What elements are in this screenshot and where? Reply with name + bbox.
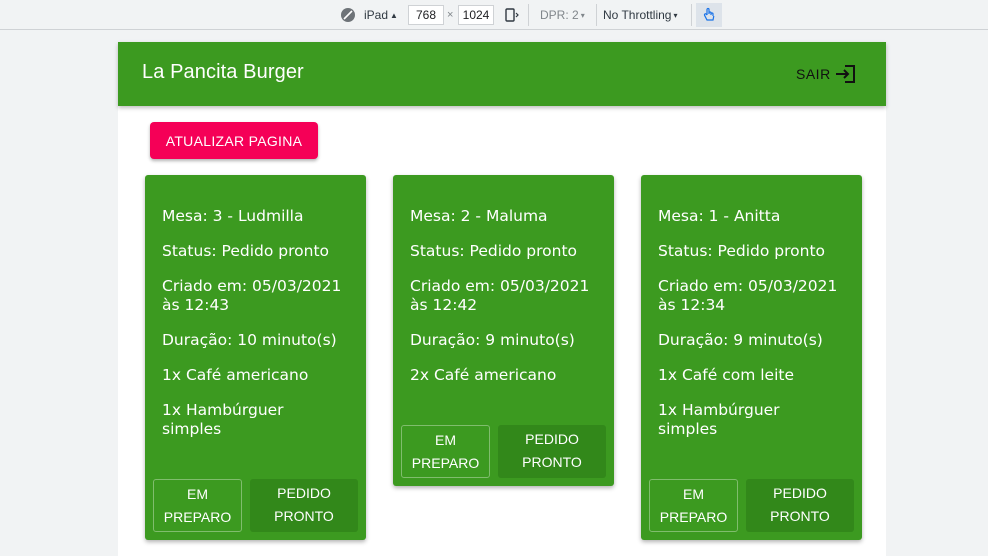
refresh-page-button[interactable]: ATUALIZAR PAGINA [150,122,318,159]
chevron-down-icon: ▲ [390,10,398,20]
order-item-continued: simples [658,420,718,438]
app-bar: La Pancita Burger SAIR [118,42,886,106]
throttling-select[interactable]: No Throttling ▾ [603,4,678,26]
order-card: Mesa: 2 - Maluma Status: Pedido pronto C… [393,175,614,486]
order-ready-button[interactable]: PEDIDO PRONTO [250,479,358,532]
order-table: Mesa: 1 - Anitta [658,207,781,225]
order-actions: EM PREPARO PEDIDO PRONTO [649,479,854,532]
app-title: La Pancita Burger [142,61,304,83]
order-duration: Duração: 9 minuto(s) [410,331,575,349]
order-actions: EM PREPARO PEDIDO PRONTO [153,479,358,532]
order-status: Status: Pedido pronto [410,242,578,260]
order-duration: Duração: 9 minuto(s) [658,331,823,349]
order-item: 1x Hambúrguer [162,401,284,419]
order-ready-label: PEDIDO [773,485,827,501]
in-preparation-label: PREPARO [163,509,232,525]
order-created: Criado em: 05/03/2021 [162,277,342,295]
in-preparation-label: PREPARO [659,509,728,525]
dpr-select-label: DPR: 2 [540,8,579,22]
order-ready-label: PRONTO [770,508,830,524]
in-preparation-button[interactable]: EM PREPARO [401,425,490,478]
order-ready-label: PRONTO [522,454,582,470]
order-status: Status: Pedido pronto [658,242,826,260]
order-ready-label: PEDIDO [525,431,579,447]
order-ready-label: PRONTO [274,508,334,524]
device-select-label: iPad [364,8,389,22]
dimension-separator: × [447,9,454,21]
dpr-select[interactable]: DPR: 2 ▾ [540,4,585,26]
in-preparation-label: PREPARO [411,455,480,471]
order-ready-label: PEDIDO [277,485,331,501]
in-preparation-label: EM [187,486,208,502]
order-created-time: às 12:43 [162,296,230,314]
chevron-down-icon: ▾ [673,10,678,20]
touch-icon[interactable] [696,3,722,27]
order-item: 1x Café com leite [658,366,794,384]
order-created: Criado em: 05/03/2021 [410,277,590,295]
logout-label: SAIR [796,66,831,82]
in-preparation-button[interactable]: EM PREPARO [649,479,738,532]
order-item-continued: simples [162,420,222,438]
order-created-time: às 12:34 [658,296,726,314]
order-actions: EM PREPARO PEDIDO PRONTO [401,425,606,478]
order-table: Mesa: 3 - Ludmilla [162,207,304,225]
chevron-down-icon: ▾ [580,10,585,20]
order-created: Criado em: 05/03/2021 [658,277,838,295]
device-toolbar: iPad ▲ 768 × 1024 DPR: 2 ▾ No Throttling ▾ [0,0,988,30]
order-duration: Duração: 10 minuto(s) [162,331,337,349]
order-status: Status: Pedido pronto [162,242,330,260]
device-settings-icon[interactable] [340,4,356,26]
order-item: 1x Hambúrguer [658,401,780,419]
logout-button[interactable]: SAIR [796,62,856,86]
width-input[interactable]: 768 [408,5,444,25]
rotate-icon[interactable] [503,4,519,26]
height-input[interactable]: 1024 [458,5,494,25]
in-preparation-button[interactable]: EM PREPARO [153,479,242,532]
logout-icon [835,65,855,83]
order-card: Mesa: 1 - Anitta Status: Pedido pronto C… [641,175,862,540]
order-item: 1x Café americano [162,366,309,384]
throttling-select-label: No Throttling [603,8,672,22]
in-preparation-label: EM [683,486,704,502]
device-select[interactable]: iPad ▲ [364,4,398,26]
order-created-time: às 12:42 [410,296,478,314]
in-preparation-label: EM [435,432,456,448]
order-table: Mesa: 2 - Maluma [410,207,548,225]
order-card: Mesa: 3 - Ludmilla Status: Pedido pronto… [145,175,366,540]
order-ready-button[interactable]: PEDIDO PRONTO [746,479,854,532]
order-ready-button[interactable]: PEDIDO PRONTO [498,425,606,478]
app-viewport: La Pancita Burger SAIR ATUALIZAR PAGINA … [118,42,886,556]
order-item: 2x Café americano [410,366,557,384]
